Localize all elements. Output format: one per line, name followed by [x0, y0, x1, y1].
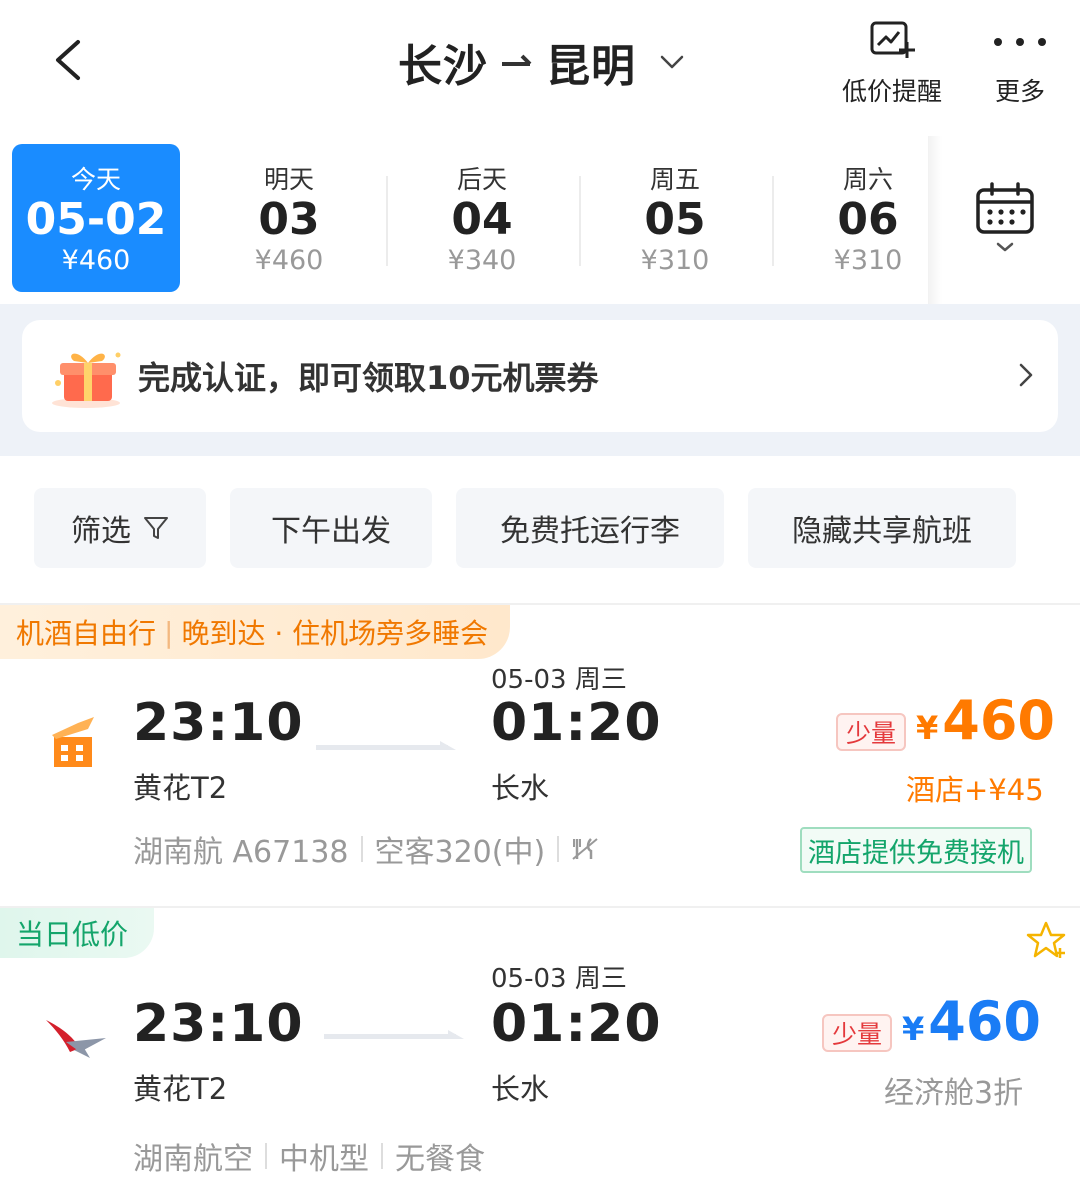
flight-hotel-icon — [52, 717, 94, 767]
meta-separator — [557, 836, 560, 862]
date-number: 05 — [644, 194, 706, 246]
filter-chip-free-baggage[interactable]: 免费托运行李 — [456, 488, 724, 568]
filter-chip-label: 隐藏共享航班 — [792, 514, 972, 549]
date-number: 04 — [451, 194, 513, 246]
date-item-today[interactable]: 今天 05-02 ¥460 — [12, 144, 180, 292]
more-label: 更多 — [994, 77, 1045, 106]
low-price-tag: 当日低价 — [0, 908, 155, 958]
date-divider — [579, 176, 581, 266]
low-stock-badge: 少量 — [836, 713, 906, 751]
flight-price: ¥ 460 — [902, 990, 1041, 1053]
low-stock-badge: 少量 — [822, 1014, 892, 1052]
date-price: ¥460 — [61, 244, 131, 276]
hotel-addon-price: 酒店+¥45 — [906, 773, 1044, 807]
meal-info: 无餐食 — [395, 1142, 485, 1177]
price-alert-label: 低价提醒 — [842, 77, 943, 106]
filter-chip-label: 筛选 — [71, 514, 131, 549]
tag-separator: | — [164, 615, 174, 649]
arrival-time: 01:20 — [491, 693, 662, 753]
filter-chip-afternoon[interactable]: 下午出发 — [230, 488, 432, 568]
flight-path-arrow — [316, 741, 456, 750]
date-divider — [772, 176, 774, 266]
more-button[interactable]: 更多 — [990, 20, 1050, 108]
tag-part: 晚到达 · 住机场旁多睡会 — [181, 617, 489, 650]
airline-name: 湖南航空 — [133, 1142, 253, 1177]
flight-card[interactable]: 当日低价 23:10 黄花T2 05-03 周三 01:20 长水 湖南航空 中… — [0, 908, 1080, 1187]
price-currency: ¥ — [916, 709, 939, 747]
more-dots-icon — [994, 38, 1046, 46]
departure-time: 23:10 — [133, 994, 304, 1054]
route-title[interactable]: 长沙 昆明 — [398, 32, 686, 92]
date-price: ¥310 — [833, 244, 903, 276]
date-label: 明天 — [263, 165, 314, 195]
flight-meta: 湖南航 A67138 空客320(中) — [133, 827, 599, 871]
price-currency: ¥ — [902, 1010, 925, 1048]
arrival-time: 01:20 — [491, 994, 662, 1054]
arrival-date: 05-03 周三 — [491, 964, 627, 994]
filter-chip-filter[interactable]: 筛选 — [34, 488, 206, 568]
airline-flight-number: 湖南航 A67138 — [133, 835, 349, 870]
date-item-tomorrow[interactable]: 明天 03 ¥460 — [205, 144, 373, 292]
date-label: 今天 — [70, 165, 121, 195]
calendar-icon[interactable] — [970, 180, 1040, 260]
filter-chip-hide-codeshare[interactable]: 隐藏共享航班 — [748, 488, 1016, 568]
aircraft-size: 中机型 — [279, 1142, 369, 1177]
date-selector: 今天 05-02 ¥460 明天 03 ¥460 后天 04 ¥340 周五 0… — [0, 136, 1080, 304]
departure-airport: 黄花T2 — [133, 771, 228, 805]
date-item-friday[interactable]: 周五 05 ¥310 — [591, 144, 759, 292]
banner-text: 完成认证，即可领取10元机票券 — [138, 359, 599, 397]
arrival-date: 05-03 周三 — [491, 665, 627, 695]
meta-separator — [381, 1143, 383, 1169]
filter-bar: 筛选 下午出发 免费托运行李 隐藏共享航班 — [0, 456, 1080, 604]
calendar-shadow — [928, 136, 942, 304]
date-label: 周六 — [842, 165, 893, 195]
date-item-saturday[interactable]: 周六 06 ¥310 — [784, 144, 952, 292]
date-price: ¥310 — [640, 244, 710, 276]
header-bar: 长沙 昆明 低价提醒 更多 — [0, 0, 1080, 130]
price-alert-button[interactable]: 低价提醒 — [842, 20, 942, 108]
date-number: 03 — [258, 194, 320, 246]
departure-time: 23:10 — [133, 693, 304, 753]
cabin-discount: 经济舱3折 — [884, 1076, 1024, 1111]
flight-price: ¥ 460 — [916, 689, 1055, 752]
price-amount: 460 — [942, 689, 1055, 752]
price-amount: 460 — [928, 990, 1041, 1053]
date-label: 后天 — [456, 165, 507, 195]
departure-airport: 黄花T2 — [133, 1072, 228, 1106]
package-tag: 机酒自由行 | 晚到达 · 住机场旁多睡会 — [0, 605, 511, 659]
route-arrow-icon — [502, 54, 532, 66]
arrival-airport: 长水 — [491, 771, 550, 805]
star-favorite-icon[interactable] — [1026, 920, 1068, 960]
verification-banner[interactable]: 完成认证，即可领取10元机票券 — [22, 320, 1058, 432]
date-number: 05-02 — [25, 194, 167, 246]
chevron-right-icon — [1019, 363, 1033, 387]
destination-city: 昆明 — [546, 41, 636, 92]
filter-chip-label: 下午出发 — [271, 514, 391, 549]
flight-card[interactable]: 机酒自由行 | 晚到达 · 住机场旁多睡会 23:10 黄花T2 05-03 周… — [0, 605, 1080, 905]
no-meal-icon — [572, 838, 598, 860]
flight-path-arrow — [324, 1030, 464, 1039]
flight-meta: 湖南航空 中机型 无餐食 — [133, 1134, 485, 1178]
back-arrow-icon[interactable] — [48, 36, 92, 84]
tag-part: 机酒自由行 — [16, 617, 157, 650]
filter-funnel-icon — [144, 517, 168, 539]
date-price: ¥340 — [447, 244, 517, 276]
date-divider — [386, 176, 388, 266]
date-item-day-after[interactable]: 后天 04 ¥340 — [398, 144, 566, 292]
arrival-airport: 长水 — [491, 1072, 550, 1106]
hunan-airlines-logo-icon — [46, 1020, 106, 1058]
chevron-down-icon[interactable] — [658, 52, 686, 72]
origin-city: 长沙 — [398, 41, 488, 92]
date-price: ¥460 — [254, 244, 324, 276]
meta-separator — [360, 836, 363, 862]
price-alert-icon — [870, 21, 915, 58]
meta-separator — [265, 1143, 267, 1169]
date-label: 周五 — [649, 165, 700, 195]
free-pickup-badge: 酒店提供免费接机 — [800, 827, 1032, 873]
filter-chip-label: 免费托运行李 — [500, 514, 680, 549]
gift-box-icon — [52, 352, 121, 408]
aircraft-type: 空客320(中) — [374, 835, 546, 870]
date-number: 06 — [837, 194, 899, 246]
